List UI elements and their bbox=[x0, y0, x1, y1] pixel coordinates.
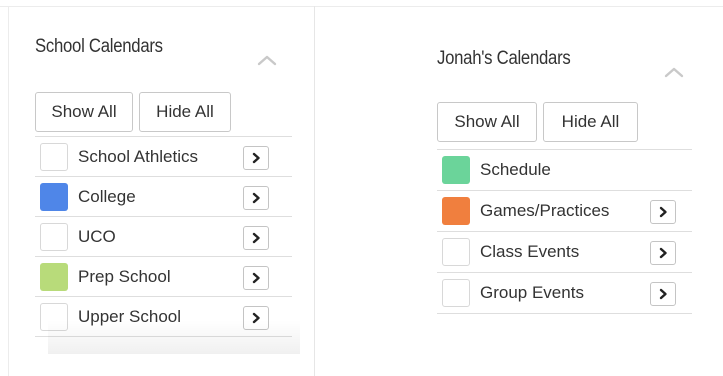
calendar-row-games-practices: Games/Practices bbox=[437, 191, 692, 232]
calendar-details-button[interactable] bbox=[243, 146, 269, 170]
calendar-label: Group Events bbox=[480, 283, 584, 302]
calendar-label: Upper School bbox=[78, 307, 182, 326]
calendar-label: Prep School bbox=[78, 267, 171, 286]
calendar-row-college: College bbox=[35, 177, 292, 217]
calendar-toggle-group-events[interactable] bbox=[442, 279, 470, 307]
calendar-details-button[interactable] bbox=[243, 226, 269, 250]
calendar-row-group-events: Group Events bbox=[437, 273, 692, 314]
calendar-details-button[interactable] bbox=[650, 200, 676, 224]
calendar-toggle-upper-school[interactable] bbox=[40, 303, 68, 331]
chevron-right-icon bbox=[659, 247, 667, 259]
calendar-row-school-athletics: School Athletics bbox=[35, 137, 292, 177]
calendar-details-button[interactable] bbox=[650, 241, 676, 265]
jonahs-calendars-list: Schedule Games/Practices Class Events Group… bbox=[437, 149, 692, 314]
school-calendars-list: School Athletics College UCO Prep School Upp… bbox=[35, 136, 292, 337]
hide-all-button[interactable]: Hide All bbox=[139, 92, 231, 132]
calendar-row-prep-school: Prep School bbox=[35, 257, 292, 297]
chevron-right-icon bbox=[252, 192, 260, 204]
calendar-label: Schedule bbox=[480, 160, 551, 179]
chevron-right-icon bbox=[252, 272, 260, 284]
calendar-label: UCO bbox=[78, 227, 116, 246]
calendar-row-upper-school: Upper School bbox=[35, 297, 292, 337]
chevron-up-icon[interactable] bbox=[663, 65, 685, 79]
chevron-right-icon bbox=[659, 206, 667, 218]
chevron-right-icon bbox=[252, 312, 260, 324]
panel-divider bbox=[314, 6, 315, 376]
calendar-label: Class Events bbox=[480, 242, 580, 261]
frame-top-border bbox=[0, 6, 723, 7]
calendar-label: Games/Practices bbox=[480, 201, 610, 220]
calendar-details-button[interactable] bbox=[243, 306, 269, 330]
jonahs-calendars-title: Jonah's Calendars bbox=[437, 48, 571, 69]
calendar-toggle-games-practices[interactable] bbox=[442, 197, 470, 225]
school-calendars-button-row: Show All Hide All bbox=[35, 92, 231, 132]
calendar-details-button[interactable] bbox=[650, 282, 676, 306]
show-all-button[interactable]: Show All bbox=[35, 92, 133, 132]
school-calendars-title: School Calendars bbox=[35, 36, 163, 57]
calendar-label: School Athletics bbox=[78, 147, 199, 166]
calendar-label: College bbox=[78, 187, 136, 206]
calendar-row-uco: UCO bbox=[35, 217, 292, 257]
calendar-row-class-events: Class Events bbox=[437, 232, 692, 273]
calendar-toggle-college[interactable] bbox=[40, 183, 68, 211]
calendar-details-button[interactable] bbox=[243, 186, 269, 210]
chevron-up-icon[interactable] bbox=[256, 53, 278, 67]
calendar-toggle-school-athletics[interactable] bbox=[40, 143, 68, 171]
calendar-toggle-schedule[interactable] bbox=[442, 156, 470, 184]
calendar-row-schedule: Schedule bbox=[437, 150, 692, 191]
frame-left-border bbox=[8, 6, 9, 376]
jonahs-calendars-button-row: Show All Hide All bbox=[437, 102, 638, 142]
calendar-toggle-prep-school[interactable] bbox=[40, 263, 68, 291]
calendar-toggle-uco[interactable] bbox=[40, 223, 68, 251]
calendar-details-button[interactable] bbox=[243, 266, 269, 290]
chevron-right-icon bbox=[659, 288, 667, 300]
hide-all-button[interactable]: Hide All bbox=[543, 102, 638, 142]
calendar-toggle-class-events[interactable] bbox=[442, 238, 470, 266]
chevron-right-icon bbox=[252, 232, 260, 244]
show-all-button[interactable]: Show All bbox=[437, 102, 537, 142]
chevron-right-icon bbox=[252, 152, 260, 164]
